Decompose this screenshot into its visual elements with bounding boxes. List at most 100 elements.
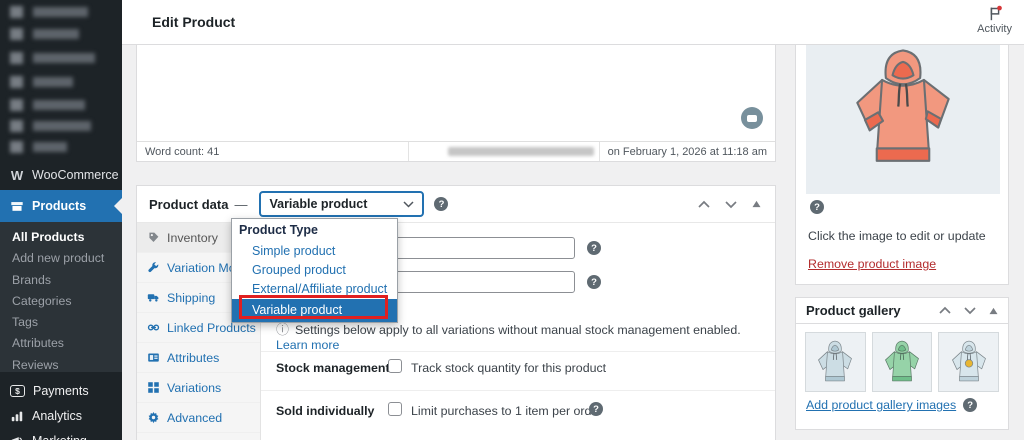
help-icon[interactable]: ? (587, 275, 601, 289)
attributes-icon (148, 353, 159, 362)
gear-icon (148, 411, 159, 424)
tab-attributes[interactable]: Attributes (137, 343, 260, 373)
help-icon[interactable]: ? (434, 197, 449, 211)
product-gallery-panel: Product gallery Add product gallery imag… (795, 297, 1009, 430)
sidebar-item-tags[interactable]: Tags (0, 312, 122, 333)
hoodie-thumb (885, 340, 919, 382)
sidebar-item-label: Products (32, 199, 87, 213)
option-variable-product[interactable]: Variable product (232, 299, 397, 322)
redacted-menu-item[interactable] (0, 141, 122, 154)
admin-topbar: Edit Product Activity (122, 0, 1024, 45)
redacted-menu-item[interactable] (0, 76, 122, 89)
sidebar-item-label: Analytics (32, 408, 83, 423)
redacted-menu-item[interactable] (0, 28, 122, 41)
product-data-panel: Product data — Variable product ? Invent… (136, 185, 776, 440)
option-external-product[interactable]: External/Affiliate product (232, 280, 397, 299)
tab-variations[interactable]: Variations (137, 373, 260, 403)
box-icon (11, 202, 23, 211)
help-icon[interactable]: ? (963, 398, 978, 412)
activity-flag-icon (990, 5, 1002, 21)
product-image-panel: ? Click the image to edit or update Remo… (795, 45, 1009, 285)
learn-more-link[interactable]: Learn more (276, 338, 339, 352)
hoodie-thumb (818, 340, 853, 382)
page-title: Edit Product (152, 14, 236, 30)
bar-chart-icon (11, 411, 23, 421)
divider (261, 390, 775, 391)
help-icon[interactable]: ? (810, 200, 824, 214)
sidebar-item-products[interactable]: Products (0, 190, 122, 222)
tab-label: Inventory (167, 230, 218, 245)
help-icon[interactable]: ? (587, 241, 601, 255)
sidebar-item-woocommerce[interactable]: W WooCommerce (0, 160, 122, 190)
featured-product-image[interactable] (806, 45, 1000, 194)
grid-icon (148, 382, 159, 393)
stock-management-checkbox[interactable] (388, 359, 402, 373)
stock-checkbox-label: Track stock quantity for this product (411, 361, 607, 375)
tag-icon (149, 232, 159, 242)
help-icon[interactable]: ? (589, 402, 603, 416)
hoodie-image (856, 49, 950, 162)
sidebar-item-attributes[interactable]: Attributes (0, 333, 122, 354)
products-submenu: All Products Add new product Brands Cate… (0, 222, 122, 372)
sidebar-item-payments[interactable]: $ Payments (0, 378, 122, 403)
sidebar-item-brands[interactable]: Brands (0, 270, 122, 291)
move-up-button[interactable] (698, 200, 710, 209)
woocommerce-admin-page: W WooCommerce Products All Products Add … (0, 0, 1024, 440)
product-type-select[interactable]: Variable product (259, 191, 425, 217)
collapse-toggle-icon[interactable] (752, 200, 761, 208)
tab-advanced[interactable]: Advanced (137, 403, 260, 433)
move-up-button[interactable] (939, 306, 951, 315)
sidebar-item-reviews[interactable]: Reviews (0, 355, 122, 376)
gallery-thumbnail[interactable] (805, 332, 866, 392)
gallery-thumbnail[interactable] (871, 332, 933, 392)
payments-icon: $ (10, 384, 25, 397)
wrench-icon (148, 262, 159, 273)
collapse-toggle-icon[interactable] (989, 307, 998, 315)
tab-label: Advanced (167, 410, 223, 425)
sidebar-item-all-products[interactable]: All Products (0, 227, 122, 248)
truck-icon (147, 294, 159, 302)
hoodie-thumb (951, 340, 986, 382)
activity-button[interactable]: Activity (977, 4, 1012, 35)
sidebar-item-add-new-product[interactable]: Add new product (0, 248, 122, 269)
product-type-dropdown: Product Type Simple product Grouped prod… (231, 218, 398, 323)
redacted-menu-item[interactable] (0, 52, 122, 65)
option-grouped-product[interactable]: Grouped product (232, 261, 397, 280)
redacted-menu-item[interactable] (0, 99, 122, 112)
last-edited-date: on February 1, 2026 at 11:18 am (598, 142, 775, 161)
sold-individually-label: Sold individually (276, 404, 375, 418)
word-count: Word count: 41 (137, 142, 409, 161)
woocommerce-icon: W (10, 167, 24, 183)
variations-notice: ⓘ Settings below apply to all variations … (276, 319, 765, 352)
sidebar-item-label: Payments (33, 383, 89, 398)
editor-status-bar: Word count: 41 on February 1, 2026 at 11… (137, 141, 775, 161)
notification-dot (996, 5, 1002, 11)
move-down-button[interactable] (725, 200, 737, 209)
redacted-menu-item[interactable] (0, 120, 122, 133)
sold-checkbox-label: Limit purchases to 1 item per order (411, 404, 603, 418)
remove-product-image-link[interactable]: Remove product image (808, 257, 936, 271)
dropdown-group-label: Product Type (239, 223, 318, 237)
redacted-menu-item[interactable] (0, 6, 122, 19)
hoodie-badge (964, 359, 973, 368)
description-editor[interactable]: Word count: 41 on February 1, 2026 at 11… (136, 45, 776, 162)
sidebar-item-label: WooCommerce (32, 168, 119, 182)
sidebar-item-marketing[interactable]: Marketing (0, 428, 122, 440)
image-edit-hint: Click the image to edit or update (808, 229, 986, 243)
sold-individually-checkbox[interactable] (388, 402, 402, 416)
move-down-button[interactable] (964, 306, 976, 315)
stock-management-label: Stock management (276, 361, 390, 375)
panel-title: Product data (149, 196, 229, 212)
notice-text: Settings below apply to all variations w… (295, 323, 741, 337)
info-icon: ⓘ (276, 322, 290, 337)
tab-label: Shipping (167, 290, 216, 305)
sidebar-item-analytics[interactable]: Analytics (0, 403, 122, 428)
megaphone-icon (11, 436, 23, 440)
editor-widget-icon[interactable] (741, 107, 763, 129)
gallery-thumbnail[interactable] (938, 332, 1000, 392)
chevron-down-icon (403, 200, 414, 208)
sidebar-item-categories[interactable]: Categories (0, 291, 122, 312)
gallery-title: Product gallery (806, 303, 901, 318)
option-simple-product[interactable]: Simple product (232, 242, 397, 261)
add-gallery-images-link[interactable]: Add product gallery images (806, 398, 956, 412)
